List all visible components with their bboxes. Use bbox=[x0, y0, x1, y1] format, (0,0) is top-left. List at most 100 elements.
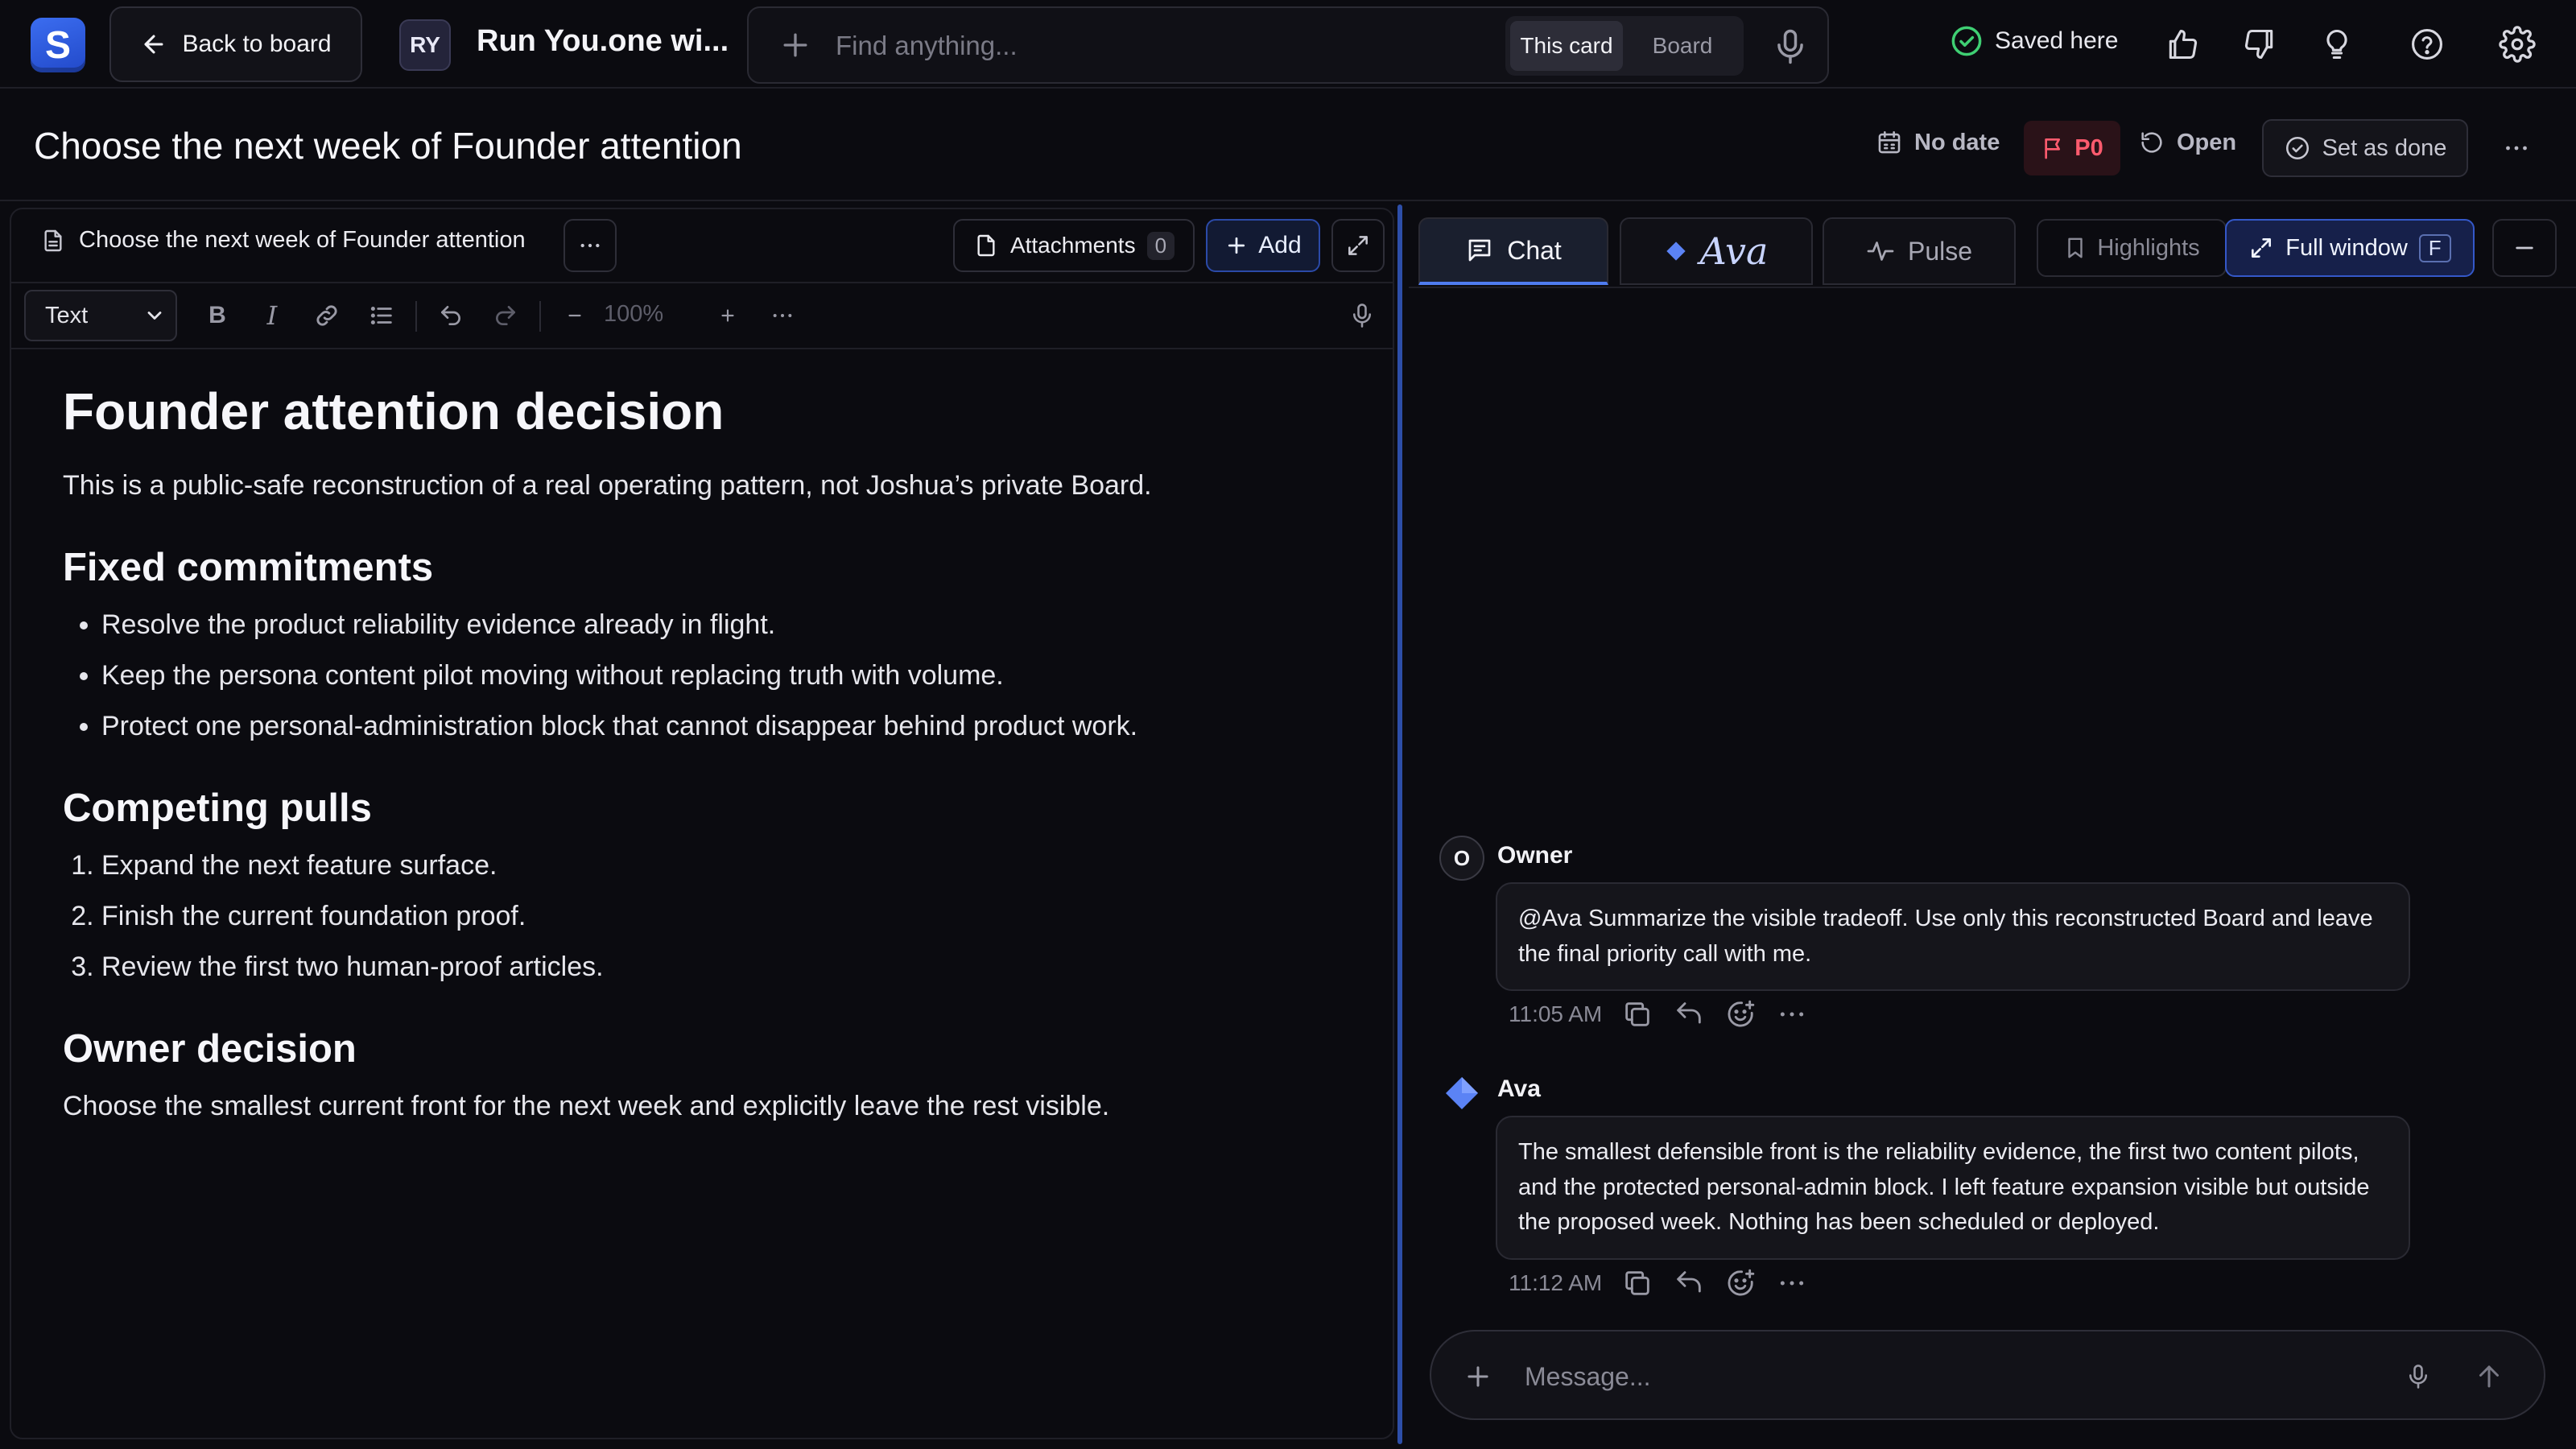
attachments-label: Attachments bbox=[1009, 233, 1136, 258]
gear-icon[interactable] bbox=[2492, 19, 2542, 69]
link-icon[interactable] bbox=[306, 295, 348, 336]
ava-avatar-icon[interactable] bbox=[1443, 1074, 1481, 1113]
copy-icon[interactable] bbox=[1621, 998, 1653, 1030]
due-date-control[interactable]: No date bbox=[1876, 129, 2000, 156]
section-heading-competing-pulls: Competing pulls bbox=[63, 786, 372, 830]
flag-icon bbox=[2041, 135, 2066, 161]
maximize-icon bbox=[2248, 235, 2274, 261]
app-logo[interactable]: S bbox=[31, 18, 85, 72]
pane-resize-handle[interactable] bbox=[1397, 204, 1402, 1444]
message-author: Owner bbox=[1497, 842, 1573, 869]
reply-icon[interactable] bbox=[1673, 998, 1705, 1030]
zoom-level: 100% bbox=[604, 301, 664, 327]
workspace-title[interactable]: Run You.one wi... bbox=[477, 24, 729, 59]
save-status: Saved here bbox=[1950, 24, 2118, 58]
reply-icon[interactable] bbox=[1673, 1267, 1705, 1299]
full-window-label: Full window bbox=[2285, 234, 2408, 261]
list-item: Expand the next feature surface. bbox=[101, 845, 1351, 886]
tab-ava-label: Ava bbox=[1699, 229, 1769, 273]
microphone-icon[interactable] bbox=[1769, 26, 1811, 68]
message-meta: 11:12 AM bbox=[1509, 1267, 1808, 1299]
undo-icon[interactable] bbox=[430, 295, 472, 336]
scope-this-card[interactable]: This card bbox=[1510, 21, 1623, 71]
full-window-button[interactable]: Full window F bbox=[2225, 219, 2475, 277]
document-header: Choose the next week of Founder attentio… bbox=[11, 209, 1393, 283]
lightbulb-icon[interactable] bbox=[2312, 19, 2362, 69]
add-label: Add bbox=[1258, 232, 1302, 258]
add-button[interactable]: Add bbox=[1206, 219, 1320, 272]
minimize-icon[interactable] bbox=[2492, 219, 2557, 277]
tab-ava[interactable]: Ava bbox=[1620, 217, 1813, 285]
owner-decision-text: Choose the smallest current front for th… bbox=[63, 1091, 1110, 1121]
logo-letter: S bbox=[44, 23, 71, 67]
set-as-done-button[interactable]: Set as done bbox=[2262, 119, 2468, 177]
expand-icon[interactable] bbox=[1331, 219, 1385, 272]
highlights-button[interactable]: Highlights bbox=[2037, 219, 2227, 277]
text-style-select[interactable]: Text bbox=[24, 290, 177, 341]
zoom-out-icon[interactable] bbox=[554, 295, 596, 336]
card-title-bar: Choose the next week of Founder attentio… bbox=[0, 89, 2576, 201]
tab-pulse-label: Pulse bbox=[1907, 236, 1973, 266]
tab-chat-label: Chat bbox=[1507, 235, 1562, 265]
message-bubble: The smallest defensible front is the rel… bbox=[1496, 1116, 2410, 1260]
document-heading: Founder attention decision bbox=[63, 382, 724, 440]
priority-badge[interactable]: P0 bbox=[2024, 121, 2120, 175]
status-control[interactable]: Open bbox=[2138, 129, 2236, 156]
document-tab[interactable]: Choose the next week of Founder attentio… bbox=[40, 227, 526, 254]
message-composer bbox=[1430, 1330, 2545, 1420]
message-input[interactable] bbox=[1525, 1356, 2378, 1397]
microphone-icon[interactable] bbox=[2397, 1356, 2439, 1397]
document-body[interactable]: Founder attention decision This is a pub… bbox=[63, 382, 1351, 1127]
dictation-microphone-icon[interactable] bbox=[1341, 295, 1383, 336]
message-time: 11:05 AM bbox=[1509, 1001, 1603, 1026]
chevron-down-icon bbox=[143, 304, 166, 327]
bullet-list-icon[interactable] bbox=[361, 295, 402, 336]
fixed-commitments-list: Resolve the product reliability evidence… bbox=[63, 605, 1351, 747]
workspace-avatar[interactable]: RY bbox=[399, 19, 451, 71]
send-arrow-icon[interactable] bbox=[2467, 1354, 2512, 1399]
more-options-icon[interactable] bbox=[2492, 124, 2541, 172]
list-item: Finish the current foundation proof. bbox=[101, 896, 1351, 937]
toolbar-divider bbox=[415, 301, 417, 332]
add-reaction-icon[interactable] bbox=[1724, 998, 1757, 1030]
set-as-done-label: Set as done bbox=[2322, 134, 2447, 161]
message-more-icon[interactable] bbox=[1776, 998, 1808, 1030]
owner-avatar[interactable]: O bbox=[1439, 836, 1484, 881]
back-to-board-button[interactable]: Back to board bbox=[109, 6, 362, 82]
message-more-icon[interactable] bbox=[1776, 1267, 1808, 1299]
owner-initial: O bbox=[1439, 836, 1484, 881]
due-date-label: No date bbox=[1914, 129, 2000, 155]
thumbs-up-icon[interactable] bbox=[2157, 19, 2207, 69]
message-bubble: @Ava Summarize the visible tradeoff. Use… bbox=[1496, 882, 2410, 991]
attachments-button[interactable]: Attachments 0 bbox=[953, 219, 1195, 272]
attachments-count: 0 bbox=[1146, 231, 1175, 260]
calendar-icon bbox=[1876, 129, 1903, 156]
more-formatting-icon[interactable] bbox=[762, 295, 803, 336]
search-input[interactable] bbox=[836, 26, 1447, 66]
plus-icon[interactable] bbox=[778, 27, 813, 63]
zoom-in-icon[interactable] bbox=[707, 295, 749, 336]
message-time: 11:12 AM bbox=[1509, 1270, 1603, 1295]
card-title[interactable]: Choose the next week of Founder attentio… bbox=[34, 124, 742, 167]
redo-icon[interactable] bbox=[485, 295, 526, 336]
help-icon[interactable] bbox=[2402, 19, 2452, 69]
copy-icon[interactable] bbox=[1621, 1267, 1653, 1299]
document-more-icon[interactable] bbox=[564, 219, 617, 272]
list-item: Protect one personal-administration bloc… bbox=[101, 706, 1351, 747]
attach-plus-icon[interactable] bbox=[1455, 1354, 1501, 1399]
scope-board[interactable]: Board bbox=[1626, 21, 1739, 71]
back-to-board-label: Back to board bbox=[182, 31, 332, 57]
bold-icon[interactable]: B bbox=[196, 295, 238, 336]
tab-pulse[interactable]: Pulse bbox=[1823, 217, 2016, 285]
thumbs-down-icon[interactable] bbox=[2235, 19, 2285, 69]
chat-icon bbox=[1465, 236, 1494, 265]
add-reaction-icon[interactable] bbox=[1724, 1267, 1757, 1299]
status-label: Open bbox=[2177, 129, 2237, 155]
search-bar: This card Board bbox=[747, 6, 1829, 84]
plus-icon bbox=[1224, 233, 1249, 258]
document-intro: This is a public-safe reconstruction of … bbox=[63, 470, 1152, 501]
document-icon bbox=[40, 228, 66, 254]
tab-chat[interactable]: Chat bbox=[1418, 217, 1608, 285]
refresh-icon bbox=[2138, 129, 2165, 156]
italic-icon[interactable]: I bbox=[251, 295, 293, 336]
